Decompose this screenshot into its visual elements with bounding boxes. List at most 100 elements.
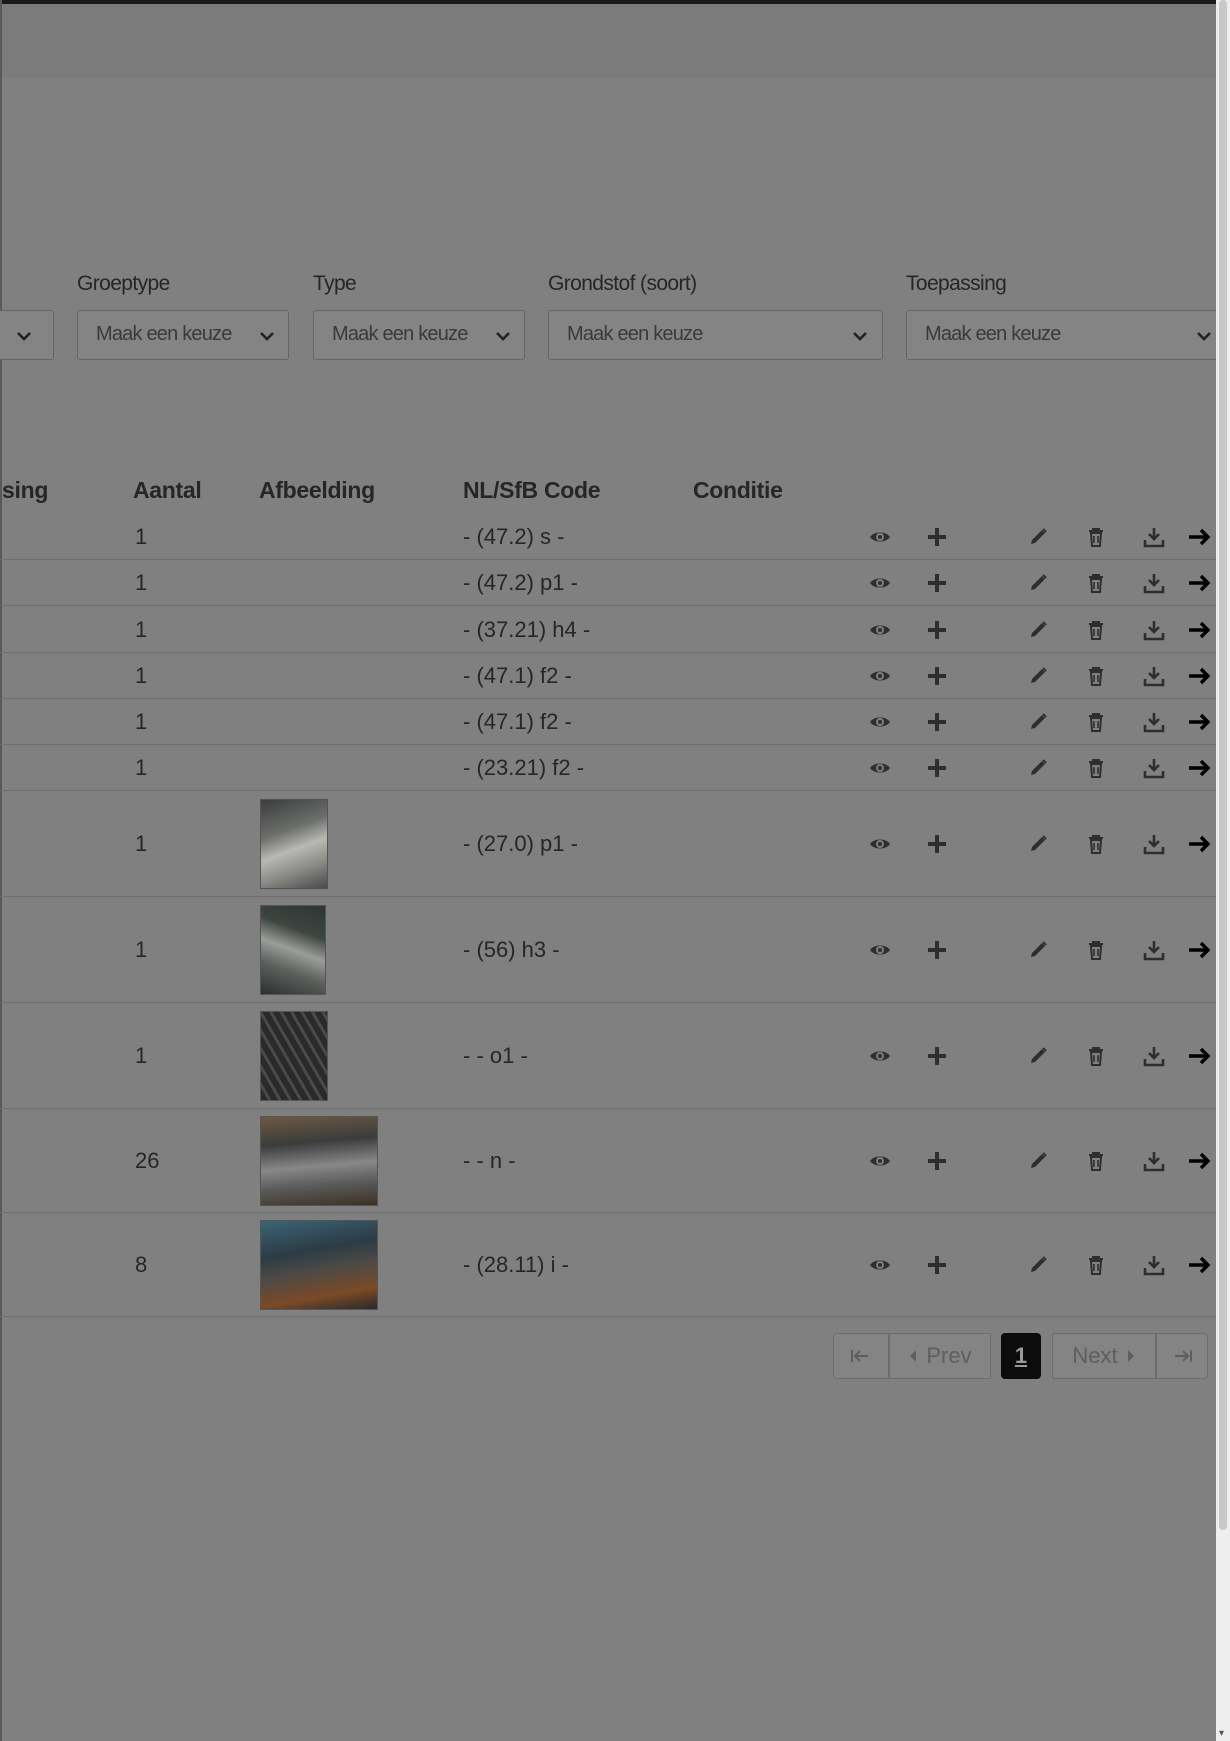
item-thumbnail[interactable] <box>260 799 328 889</box>
edit-icon[interactable] <box>1026 756 1050 780</box>
download-icon[interactable] <box>1142 710 1166 734</box>
edit-icon[interactable] <box>1026 664 1050 688</box>
download-icon[interactable] <box>1142 1044 1166 1068</box>
scrollbar-thumb[interactable] <box>1219 0 1227 1530</box>
pagination-last-button[interactable] <box>1156 1333 1208 1379</box>
download-icon[interactable] <box>1142 832 1166 856</box>
type-value: Maak een keuze <box>332 323 468 345</box>
edit-icon[interactable] <box>1026 1253 1050 1277</box>
edit-icon[interactable] <box>1026 618 1050 642</box>
arrow-right-icon[interactable] <box>1187 1149 1211 1173</box>
download-icon[interactable] <box>1142 1149 1166 1173</box>
table-row: 8 - (28.11) i - <box>0 1213 1216 1317</box>
arrow-right-icon[interactable] <box>1187 1253 1211 1277</box>
aantal-cell: 1 <box>135 755 148 780</box>
add-icon[interactable] <box>925 664 949 688</box>
edit-icon[interactable] <box>1026 1149 1050 1173</box>
filter-partial-select[interactable] <box>0 310 54 360</box>
download-icon[interactable] <box>1142 1253 1166 1277</box>
add-icon[interactable] <box>925 525 949 549</box>
item-thumbnail[interactable] <box>260 905 326 995</box>
edit-icon[interactable] <box>1026 938 1050 962</box>
pagination-page-1[interactable]: 1 <box>1001 1333 1041 1379</box>
item-thumbnail[interactable] <box>260 1116 378 1206</box>
view-icon[interactable] <box>868 664 892 688</box>
add-icon[interactable] <box>925 710 949 734</box>
pagination-next-button[interactable]: Next <box>1052 1333 1156 1379</box>
column-header-conditie[interactable]: Conditie <box>693 477 783 504</box>
delete-icon[interactable] <box>1084 1149 1108 1173</box>
caret-left-icon <box>910 1350 917 1362</box>
arrow-right-icon[interactable] <box>1187 710 1211 734</box>
view-icon[interactable] <box>868 571 892 595</box>
column-header-aantal[interactable]: Aantal <box>133 477 202 504</box>
column-header-afbeelding[interactable]: Afbeelding <box>259 477 375 504</box>
arrow-right-icon[interactable] <box>1187 571 1211 595</box>
arrow-right-icon[interactable] <box>1187 1044 1211 1068</box>
groeptype-select[interactable]: Maak een keuze <box>77 310 289 360</box>
view-icon[interactable] <box>868 756 892 780</box>
view-icon[interactable] <box>868 710 892 734</box>
delete-icon[interactable] <box>1084 618 1108 642</box>
arrow-right-icon[interactable] <box>1187 664 1211 688</box>
pagination-first-button[interactable] <box>833 1333 889 1379</box>
item-thumbnail[interactable] <box>260 1220 378 1310</box>
edit-icon[interactable] <box>1026 525 1050 549</box>
edit-icon[interactable] <box>1026 571 1050 595</box>
code-cell: - - o1 - <box>463 1043 528 1068</box>
aantal-cell: 1 <box>135 937 148 962</box>
add-icon[interactable] <box>925 1149 949 1173</box>
pagination-prev-button[interactable]: Prev <box>889 1333 991 1379</box>
download-icon[interactable] <box>1142 664 1166 688</box>
arrow-right-icon[interactable] <box>1187 525 1211 549</box>
aantal-cell: 1 <box>135 1043 148 1068</box>
add-icon[interactable] <box>925 756 949 780</box>
view-icon[interactable] <box>868 938 892 962</box>
arrow-right-icon[interactable] <box>1187 756 1211 780</box>
arrow-right-icon[interactable] <box>1187 618 1211 642</box>
add-icon[interactable] <box>925 1044 949 1068</box>
download-icon[interactable] <box>1142 938 1166 962</box>
table-row: 1 - (56) h3 - <box>0 897 1216 1003</box>
view-icon[interactable] <box>868 1253 892 1277</box>
delete-icon[interactable] <box>1084 525 1108 549</box>
grondstof-select[interactable]: Maak een keuze <box>548 310 883 360</box>
view-icon[interactable] <box>868 832 892 856</box>
download-icon[interactable] <box>1142 756 1166 780</box>
add-icon[interactable] <box>925 938 949 962</box>
delete-icon[interactable] <box>1084 938 1108 962</box>
delete-icon[interactable] <box>1084 832 1108 856</box>
code-cell: - - n - <box>463 1148 516 1173</box>
add-icon[interactable] <box>925 1253 949 1277</box>
view-icon[interactable] <box>868 618 892 642</box>
chevron-down-icon <box>260 332 274 341</box>
aantal-cell: 8 <box>135 1252 148 1277</box>
item-thumbnail[interactable] <box>260 1011 328 1101</box>
edit-icon[interactable] <box>1026 1044 1050 1068</box>
toepassing-select[interactable]: Maak een keuze <box>906 310 1216 360</box>
view-icon[interactable] <box>868 1149 892 1173</box>
add-icon[interactable] <box>925 832 949 856</box>
delete-icon[interactable] <box>1084 1044 1108 1068</box>
download-icon[interactable] <box>1142 571 1166 595</box>
arrow-right-icon[interactable] <box>1187 938 1211 962</box>
download-icon[interactable] <box>1142 525 1166 549</box>
type-select[interactable]: Maak een keuze <box>313 310 525 360</box>
download-icon[interactable] <box>1142 618 1166 642</box>
add-icon[interactable] <box>925 571 949 595</box>
edit-icon[interactable] <box>1026 710 1050 734</box>
view-icon[interactable] <box>868 1044 892 1068</box>
column-header-toepassing[interactable]: sing <box>2 477 48 504</box>
edit-icon[interactable] <box>1026 832 1050 856</box>
add-icon[interactable] <box>925 618 949 642</box>
groeptype-label: Groeptype <box>77 272 170 295</box>
delete-icon[interactable] <box>1084 756 1108 780</box>
delete-icon[interactable] <box>1084 1253 1108 1277</box>
delete-icon[interactable] <box>1084 664 1108 688</box>
arrow-right-icon[interactable] <box>1187 832 1211 856</box>
column-header-code[interactable]: NL/SfB Code <box>463 477 601 504</box>
view-icon[interactable] <box>868 525 892 549</box>
scroll-down-arrow-icon[interactable]: ▾ <box>1219 1728 1224 1739</box>
delete-icon[interactable] <box>1084 571 1108 595</box>
delete-icon[interactable] <box>1084 710 1108 734</box>
